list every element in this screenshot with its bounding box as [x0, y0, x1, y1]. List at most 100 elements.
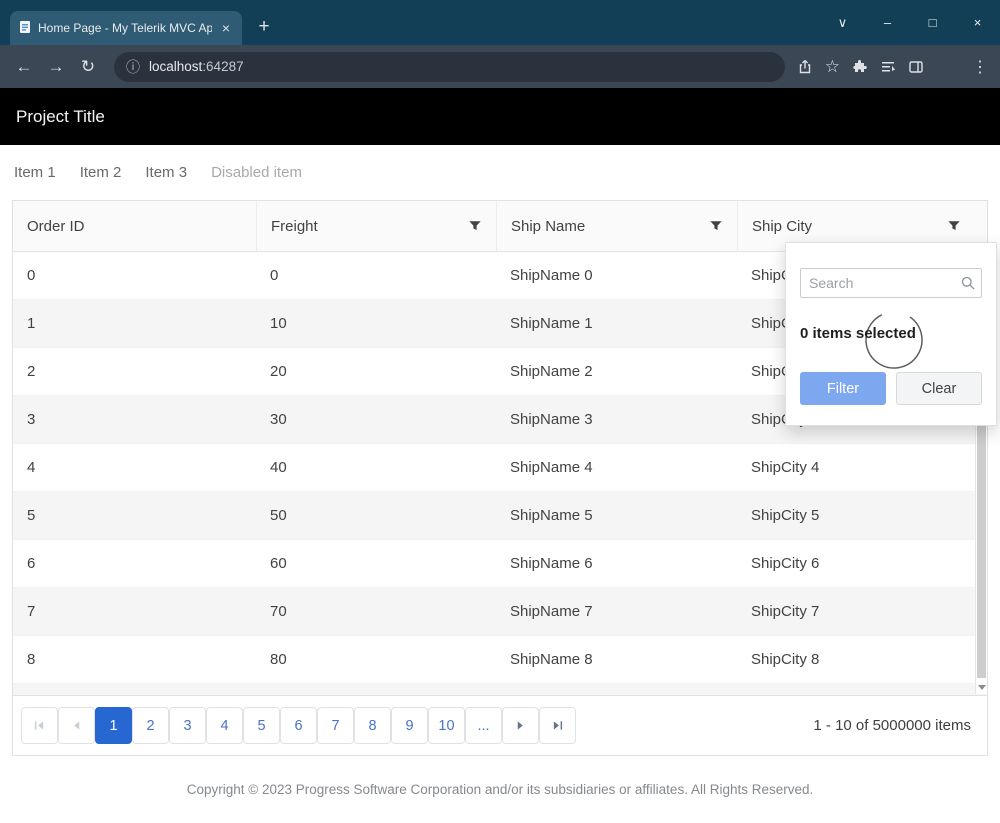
scrollbar-down-arrow-icon[interactable] — [977, 681, 987, 691]
table-row: 6 60 ShipName 6 ShipCity 6 — [13, 540, 987, 588]
cell-ship-name: ShipName 2 — [496, 348, 737, 395]
search-icon — [960, 275, 976, 296]
cell-ship-city: ShipCity 5 — [737, 492, 975, 539]
loading-spinner-icon — [863, 309, 925, 376]
column-label: Freight — [271, 218, 318, 235]
grid-pager: 1 2 3 4 5 6 7 8 9 10 ... 1 - 10 of 50000… — [13, 695, 987, 755]
share-icon[interactable] — [797, 59, 813, 75]
pager-page-6[interactable]: 6 — [280, 707, 317, 744]
column-label: Order ID — [27, 218, 85, 235]
filter-search-wrap — [800, 268, 982, 298]
toolbar-actions: ☆ ⋮ — [797, 55, 990, 79]
selection-status: 0 items selected — [800, 325, 982, 342]
address-bar[interactable]: ⓘ localhost :64287 — [114, 52, 785, 82]
tab-title: Home Page - My Telerik MVC App — [38, 21, 212, 35]
cell-ship-name: ShipName 7 — [496, 588, 737, 635]
search-input[interactable] — [800, 268, 982, 298]
cell-freight: 60 — [256, 540, 496, 587]
cell-order-id: 0 — [13, 252, 256, 299]
browser-tabstrip: Home Page - My Telerik MVC App × + ∨ – □… — [0, 0, 1000, 45]
pager-next-icon[interactable] — [502, 707, 539, 744]
pager-page-7[interactable]: 7 — [317, 707, 354, 744]
cell-freight: 70 — [256, 588, 496, 635]
url-host: localhost — [149, 59, 202, 74]
table-row: 7 70 ShipName 7 ShipCity 7 — [13, 588, 987, 636]
tab-close-icon[interactable]: × — [218, 20, 234, 36]
kebab-menu-icon[interactable]: ⋮ — [972, 57, 988, 77]
extensions-puzzle-icon[interactable] — [852, 59, 868, 75]
filter-funnel-icon[interactable] — [709, 219, 723, 233]
forward-icon[interactable]: → — [42, 53, 70, 81]
cell-order-id: 2 — [13, 348, 256, 395]
cell-ship-name: ShipName 5 — [496, 492, 737, 539]
pager-more-pages[interactable]: ... — [465, 707, 502, 744]
cell-freight: 40 — [256, 444, 496, 491]
tab-favicon-icon — [18, 20, 32, 37]
chevron-down-icon[interactable]: ∨ — [820, 0, 865, 45]
reload-icon[interactable]: ↻ — [74, 53, 102, 81]
window-controls: ∨ – □ × — [820, 0, 1000, 45]
pager-page-9[interactable]: 9 — [391, 707, 428, 744]
table-row-partial — [13, 684, 987, 695]
side-panel-icon[interactable] — [908, 59, 924, 75]
pager-page-5[interactable]: 5 — [243, 707, 280, 744]
cell-ship-city: ShipCity 8 — [737, 636, 975, 683]
pager-last-icon[interactable] — [539, 707, 576, 744]
filter-button[interactable]: Filter — [800, 372, 886, 405]
cell-ship-name: ShipName 8 — [496, 636, 737, 683]
cell-ship-city: ShipCity 6 — [737, 540, 975, 587]
column-label: Ship City — [752, 218, 812, 235]
cell-order-id: 6 — [13, 540, 256, 587]
new-tab-button[interactable]: + — [250, 13, 278, 41]
pager-page-8[interactable]: 8 — [354, 707, 391, 744]
profile-avatar[interactable] — [936, 55, 960, 79]
cell-ship-name: ShipName 0 — [496, 252, 737, 299]
main-menu: Item 1 Item 2 Item 3 Disabled item — [0, 145, 1000, 200]
pager-page-10[interactable]: 10 — [428, 707, 465, 744]
close-button[interactable]: × — [955, 0, 1000, 45]
clear-button[interactable]: Clear — [896, 372, 982, 405]
reading-list-icon[interactable] — [880, 59, 896, 75]
site-info-icon[interactable]: ⓘ — [126, 57, 140, 77]
menu-item-3[interactable]: Item 3 — [145, 164, 187, 181]
menu-item-1[interactable]: Item 1 — [14, 164, 56, 181]
bookmark-star-icon[interactable]: ☆ — [825, 57, 840, 77]
column-header-order-id[interactable]: Order ID — [13, 201, 256, 251]
cell-order-id: 1 — [13, 300, 256, 347]
filter-popup-buttons: Filter Clear — [800, 372, 982, 405]
page-title: Project Title — [16, 107, 105, 127]
pager-page-4[interactable]: 4 — [206, 707, 243, 744]
cell-ship-city: ShipCity 4 — [737, 444, 975, 491]
table-row: 4 40 ShipName 4 ShipCity 4 — [13, 444, 987, 492]
menu-item-disabled: Disabled item — [211, 164, 302, 181]
pager-page-1[interactable]: 1 — [95, 707, 132, 744]
cell-order-id: 8 — [13, 636, 256, 683]
menu-item-2[interactable]: Item 2 — [80, 164, 122, 181]
cell-order-id: 4 — [13, 444, 256, 491]
pager-page-3[interactable]: 3 — [169, 707, 206, 744]
pager-page-2[interactable]: 2 — [132, 707, 169, 744]
column-header-freight[interactable]: Freight — [256, 201, 496, 251]
cell-ship-name: ShipName 1 — [496, 300, 737, 347]
cell-freight: 30 — [256, 396, 496, 443]
cell-freight: 10 — [256, 300, 496, 347]
filter-popup: 0 items selected Filter Clear — [785, 242, 997, 426]
browser-toolbar: ← → ↻ ⓘ localhost :64287 ☆ ⋮ — [0, 45, 1000, 88]
column-header-ship-name[interactable]: Ship Name — [496, 201, 737, 251]
browser-tab[interactable]: Home Page - My Telerik MVC App × — [10, 11, 242, 45]
table-row: 8 80 ShipName 8 ShipCity 8 — [13, 636, 987, 684]
minimize-button[interactable]: – — [865, 0, 910, 45]
cell-freight: 0 — [256, 252, 496, 299]
footer-copyright: Copyright © 2023 Progress Software Corpo… — [0, 782, 1000, 797]
back-icon[interactable]: ← — [10, 53, 38, 81]
pager-info: 1 - 10 of 5000000 items — [813, 717, 971, 734]
cell-order-id: 3 — [13, 396, 256, 443]
cell-freight: 80 — [256, 636, 496, 683]
cell-order-id: 5 — [13, 492, 256, 539]
filter-funnel-icon[interactable] — [468, 219, 482, 233]
cell-freight: 20 — [256, 348, 496, 395]
table-row: 5 50 ShipName 5 ShipCity 5 — [13, 492, 987, 540]
maximize-button[interactable]: □ — [910, 0, 955, 45]
cell-ship-city: ShipCity 7 — [737, 588, 975, 635]
filter-funnel-icon[interactable] — [947, 219, 961, 233]
